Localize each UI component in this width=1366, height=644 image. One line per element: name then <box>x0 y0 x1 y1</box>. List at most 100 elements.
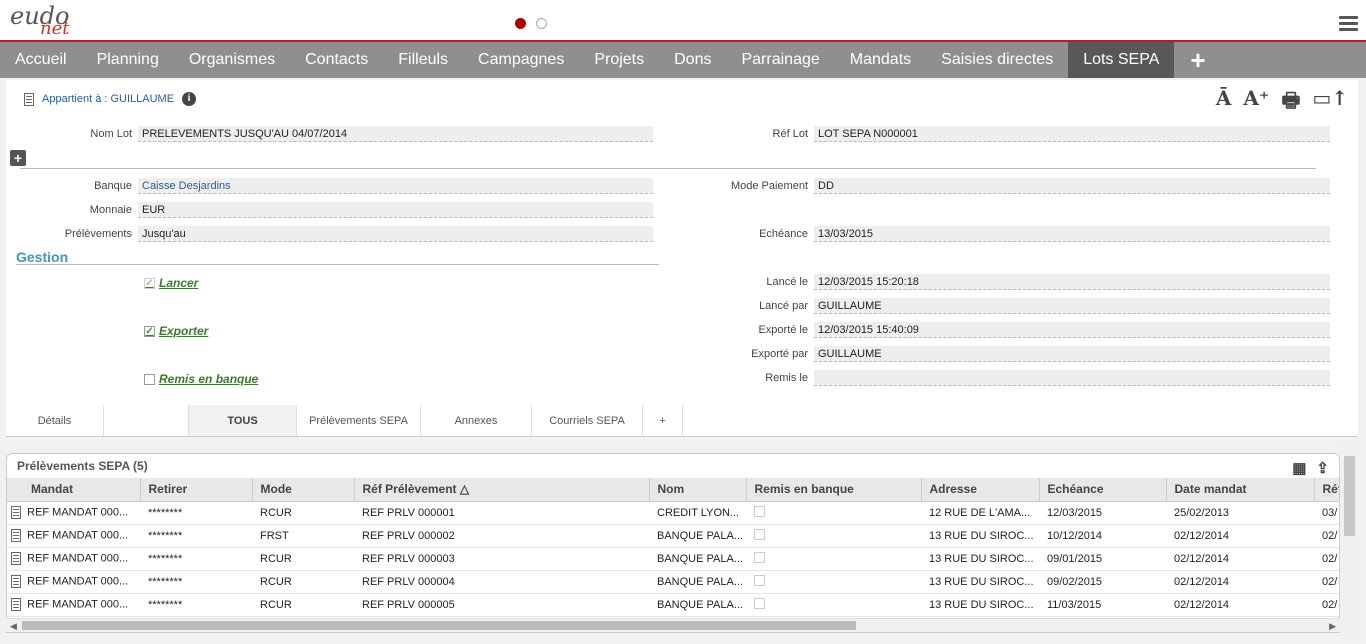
banque-field[interactable]: Caisse Desjardins <box>138 178 653 194</box>
lance-par-label: Lancé par <box>759 300 808 312</box>
nav-item-campagnes[interactable]: Campagnes <box>463 42 579 78</box>
table-row[interactable]: REF MANDAT 000... ******** FRST REF PRLV… <box>7 524 1339 548</box>
lance-le-field[interactable]: 12/03/2015 15:20:18 <box>814 274 1330 290</box>
nom-lot-field[interactable]: PRELEVEMENTS JUSQU'AU 04/07/2014 <box>138 126 653 142</box>
cell-nom: CREDIT LYON... <box>649 501 746 525</box>
remis-checkbox[interactable]: Remis en banque <box>144 372 258 386</box>
nav-item-organismes[interactable]: Organismes <box>174 42 290 78</box>
nav-item-mandats[interactable]: Mandats <box>835 42 926 78</box>
cell-ref-prelevement: REF PRLV 000004 <box>354 570 649 594</box>
cell-echeance: 10/12/2014 <box>1039 524 1166 548</box>
tab-tous[interactable]: TOUS <box>188 405 297 436</box>
horizontal-scrollbar[interactable]: ◀ ▶ <box>6 618 1340 632</box>
tab-annexes[interactable]: Annexes <box>421 405 532 436</box>
remis-checkbox-cell[interactable] <box>754 505 765 517</box>
remis-checkbox-cell[interactable] <box>754 574 765 586</box>
add-tab-button[interactable]: + <box>1174 42 1221 78</box>
grid-header-row: Mandat Retirer Mode Réf Prélèvement △ No… <box>7 478 1339 502</box>
nav-item-parrainage[interactable]: Parrainage <box>726 42 834 78</box>
cell-ref-prelevement: REF PRLV 000001 <box>354 501 649 525</box>
ref-lot-field[interactable]: LOT SEPA N000001 <box>814 126 1330 142</box>
cell-ref: 02/ <box>1314 524 1339 548</box>
font-decrease-icon[interactable]: Ā <box>1216 86 1232 120</box>
exporte-le-field[interactable]: 12/03/2015 15:40:09 <box>814 322 1330 338</box>
remis-le-field[interactable] <box>814 370 1330 386</box>
eudonet-logo[interactable]: eudo net <box>10 2 69 39</box>
owner-line: Appartient à : GUILLAUME i <box>24 92 197 106</box>
cell-retirer: ******** <box>140 547 252 571</box>
scroll-right-icon[interactable]: ▶ <box>1329 619 1336 633</box>
menu-icon[interactable] <box>1339 16 1358 34</box>
row-record-icon[interactable] <box>11 506 21 519</box>
exporter-label[interactable]: Exporter <box>159 324 208 338</box>
font-increase-icon[interactable]: A⁺ <box>1243 86 1269 120</box>
nav-item-accueil[interactable]: Accueil <box>0 42 82 78</box>
mode-paiement-field[interactable]: DD <box>814 178 1330 194</box>
divider <box>20 168 1316 169</box>
cell-remis <box>746 501 921 525</box>
nav-item-planning[interactable]: Planning <box>82 42 174 78</box>
tab-details[interactable]: Détails <box>6 405 104 436</box>
col-nom[interactable]: Nom <box>649 478 747 502</box>
remis-label[interactable]: Remis en banque <box>159 372 258 386</box>
monnaie-label: Monnaie <box>89 204 132 216</box>
remis-checkbox-cell[interactable] <box>754 528 765 540</box>
add-field-button[interactable]: + <box>10 150 26 166</box>
remis-checkbox-cell[interactable] <box>754 551 765 563</box>
echeance-field[interactable]: 13/03/2015 <box>814 226 1330 242</box>
nav-item-filleuls[interactable]: Filleuls <box>383 42 463 78</box>
col-adresse[interactable]: Adresse <box>921 478 1040 502</box>
grid-table: Mandat Retirer Mode Réf Prélèvement △ No… <box>7 478 1339 617</box>
nav-item-saisies-directes[interactable]: Saisies directes <box>926 42 1068 78</box>
col-ref[interactable]: Réf <box>1314 478 1339 502</box>
horizontal-scroll-thumb[interactable] <box>22 621 856 630</box>
table-row[interactable]: REF MANDAT 000... ******** RCUR REF PRLV… <box>7 593 1339 617</box>
nav-item-projets[interactable]: Projets <box>579 42 659 78</box>
page-dot-active[interactable] <box>515 18 526 29</box>
export-icon[interactable]: ▭↑ <box>1312 86 1348 120</box>
table-row[interactable]: REF MANDAT 000... ******** RCUR REF PRLV… <box>7 547 1339 571</box>
col-mandat[interactable]: Mandat <box>7 478 141 502</box>
tab-add[interactable]: + <box>643 405 683 436</box>
ref-lot-label: Réf Lot <box>772 128 808 140</box>
row-record-icon[interactable] <box>11 552 21 565</box>
exporte-par-field[interactable]: GUILLAUME <box>814 346 1330 362</box>
vertical-scrollbar[interactable] <box>1342 440 1357 640</box>
cell-mandat: REF MANDAT 000... <box>27 575 129 588</box>
owner-text[interactable]: Appartient à : GUILLAUME <box>42 93 174 105</box>
row-record-icon[interactable] <box>11 575 21 588</box>
table-row[interactable]: REF MANDAT 000... ******** RCUR REF PRLV… <box>7 501 1339 525</box>
monnaie-field[interactable]: EUR <box>138 202 653 218</box>
prelevements-grid: Prélèvements SEPA (5) ▦ ⇪ Mandat Retirer… <box>6 453 1340 633</box>
cell-adresse: 13 RUE DU SIROC... <box>921 570 1039 594</box>
scroll-left-icon[interactable]: ◀ <box>10 619 17 633</box>
lance-par-field[interactable]: GUILLAUME <box>814 298 1330 314</box>
cell-mode: RCUR <box>252 501 354 525</box>
print-icon[interactable]: 🖶 <box>1281 86 1300 120</box>
vertical-scroll-thumb[interactable] <box>1344 456 1355 536</box>
prelevements-field[interactable]: Jusqu'au <box>138 226 653 242</box>
col-ref-prelevement[interactable]: Réf Prélèvement △ <box>354 478 650 502</box>
row-record-icon[interactable] <box>11 598 21 611</box>
col-remis-en-banque[interactable]: Remis en banque <box>746 478 922 502</box>
nav-item-lots-sepa[interactable]: Lots SEPA <box>1068 42 1175 78</box>
nav-item-contacts[interactable]: Contacts <box>290 42 383 78</box>
cell-ref: 03/ <box>1314 501 1339 525</box>
nav-item-dons[interactable]: Dons <box>659 42 726 78</box>
exporter-checkbox[interactable]: ✓ Exporter <box>144 324 208 338</box>
lancer-label[interactable]: Lancer <box>159 276 198 290</box>
remis-checkbox-cell[interactable] <box>754 597 765 609</box>
row-record-icon[interactable] <box>11 529 21 542</box>
table-row[interactable]: REF MANDAT 000... ******** RCUR REF PRLV… <box>7 570 1339 594</box>
tab-prelevements-sepa[interactable]: Prélèvements SEPA <box>297 405 421 436</box>
lancer-checkbox[interactable]: ✓ Lancer <box>144 276 198 290</box>
col-date-mandat[interactable]: Date mandat <box>1166 478 1315 502</box>
col-echeance[interactable]: Echéance <box>1039 478 1167 502</box>
page-dot-inactive[interactable] <box>536 18 547 29</box>
tab-courriels-sepa[interactable]: Courriels SEPA <box>532 405 643 436</box>
col-mode[interactable]: Mode <box>252 478 355 502</box>
gestion-divider <box>16 264 659 265</box>
exporte-le-label: Exporté le <box>758 324 808 336</box>
col-retirer[interactable]: Retirer <box>140 478 253 502</box>
info-icon[interactable]: i <box>182 92 197 106</box>
